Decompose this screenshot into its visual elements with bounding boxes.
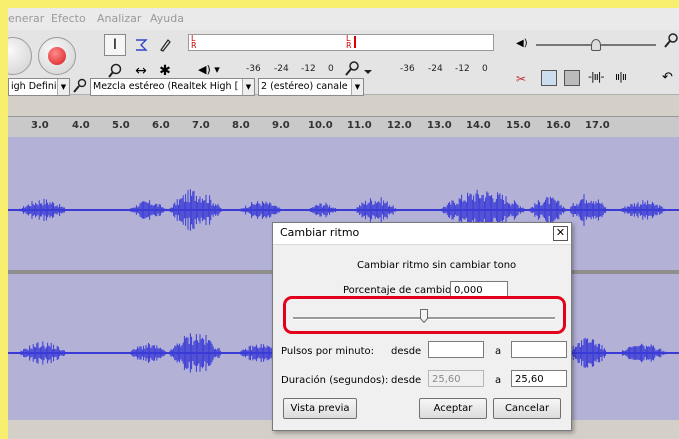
duration-from-input: 25,60 [428, 370, 484, 387]
menu-generar[interactable]: enerar [8, 12, 44, 25]
ruler-tick: 16.0 [546, 120, 571, 131]
selection-tool-icon[interactable]: I [104, 34, 126, 56]
ruler-tick: 15.0 [506, 120, 531, 131]
ruler-tick: 4.0 [72, 120, 90, 131]
duration-label: Duración (segundos): [281, 375, 389, 386]
record-button[interactable] [38, 37, 76, 75]
chevron-down-icon: ▼ [242, 79, 254, 95]
chevron-down-icon: ▼ [57, 79, 69, 95]
bpm-from-label: desde [391, 346, 422, 357]
volume-icon: ◀) [516, 38, 528, 49]
trim-icon[interactable]: -|ıı|- [588, 70, 605, 83]
duration-to-label: a [495, 375, 502, 386]
record-icon [48, 47, 66, 65]
ruler-tick: 8.0 [232, 120, 250, 131]
menu-analizar[interactable]: Analizar [97, 12, 141, 25]
ruler-tick: 11.0 [347, 120, 372, 131]
duration-to-input[interactable]: 25,60 [511, 370, 567, 387]
draw-tool-icon[interactable] [154, 34, 176, 56]
channels-select[interactable]: 2 (estéreo) canale ▼ [258, 78, 364, 96]
playback-volume-slider[interactable] [536, 39, 656, 51]
play-button[interactable] [8, 37, 32, 75]
menu-ayuda[interactable]: Ayuda [150, 12, 184, 25]
ruler-tick: 10.0 [308, 120, 333, 131]
recording-device-value: Mezcla estéreo (Realtek High [ [93, 81, 239, 92]
percent-change-label: Porcentaje de cambio: [343, 285, 455, 296]
ruler-tick: 13.0 [427, 120, 452, 131]
recording-device-select[interactable]: Mezcla estéreo (Realtek High [▼ [90, 78, 255, 96]
dialog-title: Cambiar ritmo [280, 226, 360, 239]
ruler-tick: 9.0 [272, 120, 290, 131]
meter-peak-marker [354, 36, 356, 48]
meter-r-label: R [191, 41, 197, 50]
bpm-label: Pulsos por minuto: [281, 346, 375, 357]
playback-tick: -12 [301, 64, 316, 74]
duration-from-label: desde [391, 375, 422, 386]
cancel-button[interactable]: Cancelar [493, 398, 561, 419]
playback-tick: -36 [246, 64, 261, 74]
ruler-tick: 5.0 [112, 120, 130, 131]
timeline-ruler[interactable]: 3.0 4.0 5.0 6.0 7.0 8.0 9.0 10.0 11.0 12… [8, 116, 679, 137]
envelope-tool-icon[interactable] [130, 34, 152, 56]
meter-r2-label: R [346, 41, 352, 50]
bpm-to-label: a [495, 346, 502, 357]
menu-efecto[interactable]: Efecto [51, 12, 86, 25]
paste-icon[interactable] [564, 70, 580, 86]
cut-icon[interactable]: ✂ [516, 72, 526, 86]
ruler-tick: 17.0 [585, 120, 610, 131]
dialog-heading: Cambiar ritmo sin cambiar tono [357, 260, 517, 271]
silence-icon[interactable]: ıı|ıı [615, 70, 627, 83]
playback-tick: -24 [274, 64, 289, 74]
ok-button[interactable]: Aceptar [419, 398, 487, 419]
undo-icon[interactable]: ↶ [662, 70, 673, 85]
speaker-icon[interactable]: ◀) ▾ [198, 63, 220, 76]
volume-slider-thumb[interactable] [591, 39, 601, 51]
playback-meter[interactable]: LR LR [188, 34, 494, 51]
record-tick: -24 [428, 64, 443, 74]
bpm-to-input[interactable] [511, 341, 567, 358]
channels-value: 2 (estéreo) canale [261, 81, 348, 92]
ruler-tick: 6.0 [152, 120, 170, 131]
ruler-tick: 12.0 [387, 120, 412, 131]
record-tick: -36 [400, 64, 415, 74]
bpm-from-input[interactable] [428, 341, 484, 358]
input-mic-icon [662, 32, 679, 53]
playback-tick: 0 [328, 64, 334, 74]
close-icon[interactable]: ✕ [553, 226, 568, 241]
slider-highlight-annotation [283, 296, 566, 334]
ruler-tick: 14.0 [466, 120, 491, 131]
recording-device-mic-icon [72, 78, 88, 97]
audio-host-select[interactable]: igh Defini ▼ [8, 78, 70, 96]
audio-host-value: igh Defini [11, 81, 57, 92]
copy-icon[interactable] [541, 70, 557, 86]
preview-button[interactable]: Vista previa [283, 398, 357, 419]
ruler-tick: 3.0 [31, 120, 49, 131]
record-tick: 0 [482, 64, 488, 74]
dialog-titlebar[interactable]: Cambiar ritmo ✕ [273, 223, 571, 245]
menu-bar: enerar Efecto Analizar Ayuda [8, 8, 679, 30]
ruler-tick: 7.0 [192, 120, 210, 131]
record-tick: -12 [455, 64, 470, 74]
chevron-down-icon: ▼ [351, 79, 363, 95]
